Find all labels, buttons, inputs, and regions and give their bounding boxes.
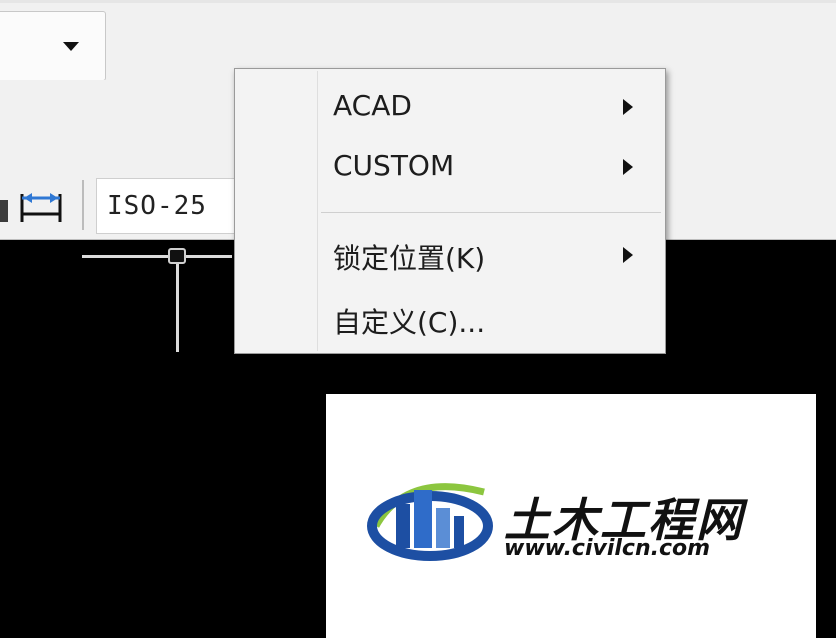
crosshair-vertical [176,262,179,352]
menu-item-label: ACAD [333,89,412,122]
menu-separator [321,212,661,213]
menu-item-customize[interactable]: 自定义(C)... [235,291,665,347]
crosshair-grip [168,248,186,264]
submenu-arrow-icon [623,159,633,175]
menu-item-custom[interactable]: CUSTOM [235,139,665,195]
menu-item-label: CUSTOM [333,149,455,182]
dimension-icon[interactable] [18,186,64,226]
menu-item-label: 锁定位置(K) [333,242,486,275]
context-menu: ACAD CUSTOM 锁定位置(K) 自定义(C)... [234,68,666,354]
watermark-url: www.civilcn.com [504,536,711,561]
toolbar-separator [82,180,84,230]
dim-style-select[interactable]: ISO-25 [96,178,246,234]
toolbar-edge [0,200,8,222]
chevron-down-icon[interactable] [63,42,79,51]
menu-item-acad[interactable]: ACAD [235,79,665,135]
crosshair-horizontal [82,255,232,258]
dim-style-value: ISO-25 [107,191,207,221]
submenu-arrow-icon [623,247,633,263]
menu-item-label: 自定义(C)... [333,306,486,339]
menu-item-lock-position[interactable]: 锁定位置(K) [235,227,665,283]
submenu-arrow-icon [623,99,633,115]
layer-dropdown[interactable] [0,11,106,81]
building-logo-icon [367,483,493,561]
watermark-logo: 土木工程网 www.civilcn.com [326,394,816,638]
